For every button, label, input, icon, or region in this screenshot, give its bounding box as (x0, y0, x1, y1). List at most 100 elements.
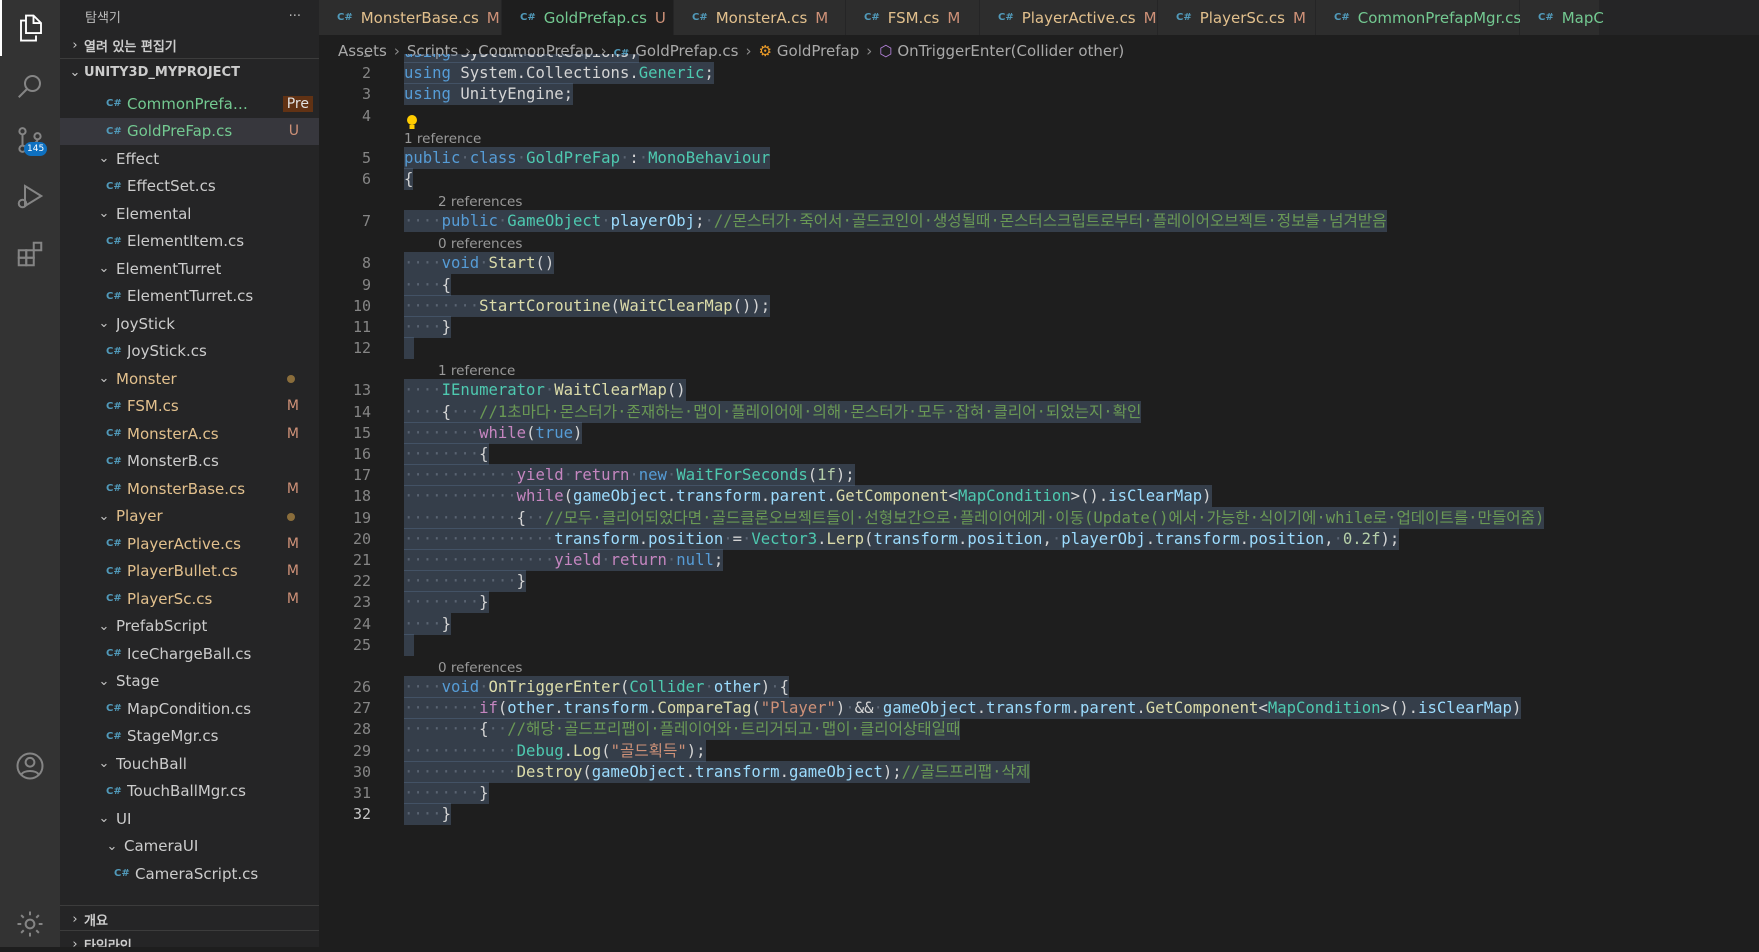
file-name: PlayerBullet.cs (127, 562, 238, 581)
file-item[interactable]: C# MonsterBase.cs M (60, 475, 319, 503)
file-item[interactable]: C# FSM.cs M (60, 393, 319, 421)
folder-item[interactable]: ⌄ UI (60, 805, 319, 833)
editor-tab[interactable]: C#GoldPrefap.csU✕ (502, 0, 691, 35)
codelens-references[interactable]: 2 references (438, 193, 522, 211)
csharp-file-icon: C# (106, 98, 122, 110)
settings-gear-icon[interactable] (0, 896, 60, 952)
file-item[interactable]: C# TouchBallMgr.cs (60, 778, 319, 806)
code-line: ········} (404, 591, 489, 614)
file-item[interactable]: C# CommonPrefapMgr.cs Pre (60, 90, 319, 118)
line-number: 12 (352, 339, 371, 358)
run-debug-icon[interactable] (0, 168, 60, 224)
file-item[interactable]: C# GoldPreFap.cs U (60, 117, 319, 145)
csharp-file-icon: C# (106, 593, 122, 605)
file-item[interactable]: C# StageMgr.cs (60, 723, 319, 751)
csharp-file-icon: C# (106, 125, 122, 137)
folder-item[interactable]: ⌄ Monster (60, 365, 319, 393)
project-section[interactable]: ⌄ UNITY3D_MYPROJECT (60, 58, 319, 85)
editor-tab[interactable]: C# MonsterA.cs M (674, 0, 846, 35)
more-actions-icon[interactable]: ··· (289, 9, 301, 24)
csharp-file-icon: C# (998, 12, 1014, 23)
account-icon[interactable] (0, 738, 60, 794)
line-number: 6 (361, 170, 371, 188)
code-line: ········} (404, 782, 489, 804)
line-number: 13 (352, 381, 371, 400)
extensions-icon[interactable] (0, 226, 60, 282)
codelens-references[interactable]: 1 reference (438, 362, 515, 380)
file-name: MonsterB.cs (127, 452, 219, 471)
codelens-references[interactable]: 1 reference (404, 130, 481, 148)
codelens-references[interactable]: 0 references (438, 659, 522, 677)
csharp-file-icon: C# (692, 12, 708, 23)
project-label: UNITY3D_MYPROJECT (84, 64, 240, 80)
code-line: ····IEnumerator·WaitClearMap() (404, 379, 686, 402)
editor-tab[interactable]: C# MonsterBase.cs M (319, 0, 502, 35)
chevron-down-icon: ⌄ (98, 206, 110, 222)
file-item[interactable]: C# MonsterA.cs M (60, 420, 319, 448)
folder-item[interactable]: ⌄ ElementTurret (60, 255, 319, 283)
chevron-down-icon: ⌄ (106, 838, 118, 854)
file-name: CameraScript.cs (135, 864, 259, 883)
code-line: ············while(gameObject.transform.p… (404, 485, 1212, 508)
source-control-icon[interactable]: 145 (0, 112, 60, 168)
editor-tab[interactable]: C# PlayerSc.cs M (1158, 0, 1316, 35)
file-name: EffectSet.cs (127, 177, 216, 196)
code-line: using System.Collections.Generic; (404, 62, 714, 85)
csharp-file-icon: C# (106, 785, 122, 797)
line-number: 24 (352, 614, 371, 633)
chevron-down-icon: ⌄ (98, 756, 110, 772)
codelens-references[interactable]: 0 references (438, 235, 522, 253)
file-name: Player (116, 507, 163, 526)
file-item[interactable]: C# CameraScript.cs (60, 860, 319, 888)
folder-item[interactable]: ⌄ TouchBall (60, 750, 319, 778)
editor-tab[interactable]: C# PlayerActive.cs M (980, 0, 1158, 35)
file-item[interactable]: C# IceChargeBall.cs (60, 640, 319, 668)
file-item[interactable]: C# JoyStick.cs (60, 338, 319, 366)
folder-item[interactable]: ⌄ Stage (60, 668, 319, 696)
line-number: 14 (352, 402, 371, 421)
file-tree: C# CommonPrefapMgr.cs Pre C# GoldPreFap.cs U ⌄… (60, 90, 319, 888)
search-icon[interactable] (0, 58, 60, 114)
editor-tab[interactable]: C# FSM.cs M (846, 0, 980, 35)
modified-dot (287, 512, 295, 521)
explorer-icon[interactable] (0, 0, 60, 56)
file-name: MonsterA.cs (127, 424, 219, 443)
line-number: 23 (352, 593, 371, 612)
folder-item[interactable]: ⌄ PrefabScript (60, 613, 319, 641)
file-item[interactable]: C# MapCondition.cs (60, 695, 319, 723)
file-item[interactable]: C# MonsterB.cs (60, 448, 319, 476)
chevron-down-icon: ⌄ (98, 261, 110, 277)
timeline-section[interactable]: › 타임라인 (60, 930, 319, 947)
code-line: ····void·OnTriggerEnter(Collider·other)·… (404, 676, 789, 698)
folder-item[interactable]: ⌄ CameraUI (60, 833, 319, 861)
folder-item[interactable]: ⌄ Elemental (60, 200, 319, 228)
chevron-down-icon: ⌄ (98, 618, 110, 634)
code-line: using UnityEngine; (404, 83, 574, 106)
outline-label: 개요 (84, 913, 108, 929)
file-item[interactable]: C# ElementTurret.cs (60, 283, 319, 311)
line-number: 3 (361, 85, 371, 104)
editor-tab[interactable]: C#CommonPrefapMgr.csU (1316, 0, 1540, 35)
open-editors-section[interactable]: › 열려 있는 편집기 (60, 32, 319, 58)
file-item[interactable]: C# PlayerActive.cs M (60, 530, 319, 558)
line-number: 8 (361, 254, 371, 273)
editor-tab[interactable]: C# MapC (1520, 0, 1604, 35)
outline-section[interactable]: › 개요 (60, 905, 319, 932)
file-item[interactable]: C# EffectSet.cs (60, 173, 319, 201)
file-item[interactable]: C# ElementItem.cs (60, 228, 319, 256)
csharp-file-icon: C# (1176, 12, 1192, 23)
tab-label: PlayerSc.cs (1199, 8, 1285, 27)
folder-item[interactable]: ⌄ JoyStick (60, 310, 319, 338)
file-item[interactable]: C# PlayerBullet.cs M (60, 558, 319, 586)
folder-item[interactable]: ⌄ Player (60, 503, 319, 531)
folder-item[interactable]: ⌄ Effect (60, 145, 319, 173)
code-view[interactable]: 1using System.Collections;2using System.… (319, 54, 1759, 947)
file-item[interactable]: C# PlayerSc.cs M (60, 585, 319, 613)
csharp-file-icon: C# (106, 565, 122, 577)
code-line: { (404, 168, 414, 190)
chevron-down-icon: ⌄ (98, 316, 110, 332)
chevron-down-icon: ⌄ (98, 508, 110, 524)
line-number: 29 (352, 741, 371, 760)
timeline-label: 타임라인 (84, 938, 132, 948)
file-name: PlayerActive.cs (127, 534, 241, 553)
